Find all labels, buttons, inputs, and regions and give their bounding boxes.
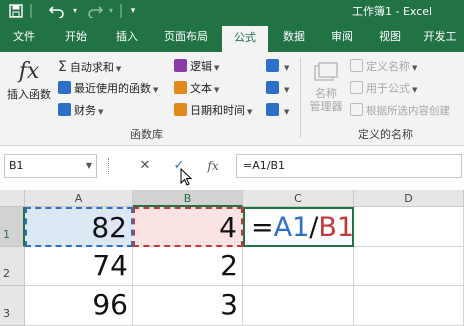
text-icon xyxy=(174,81,187,94)
tab-view[interactable]: 视图 xyxy=(368,22,412,52)
tab-home[interactable]: 开始 xyxy=(52,22,100,52)
chevron-down-icon: ▼ xyxy=(153,86,159,94)
redo-icon[interactable] xyxy=(84,2,106,20)
chevron-down-icon: ▼ xyxy=(412,64,418,72)
cell-c2[interactable] xyxy=(243,247,354,286)
use-in-formula-button[interactable]: 用于公式 ▼ xyxy=(350,80,417,98)
redo-dropdown-icon[interactable]: ▾ xyxy=(106,2,116,20)
insert-function-label: 插入函数 xyxy=(7,88,51,101)
chevron-down-icon: ▼ xyxy=(284,86,290,94)
logical-button[interactable]: 逻辑 ▼ xyxy=(174,58,219,76)
select-all-corner[interactable] xyxy=(0,190,25,207)
group-label-defined-names: 定义的名称 xyxy=(358,128,413,141)
undo-icon[interactable] xyxy=(46,2,68,20)
cell-a3[interactable]: 96 xyxy=(25,286,133,326)
ribbon-tabs: 文件 开始 插入 页面布局 公式 数据 审阅 视图 开发工 xyxy=(0,22,464,52)
name-manager-icon xyxy=(314,62,338,81)
more-functions-icon xyxy=(266,103,279,116)
cell-b3[interactable]: 3 xyxy=(133,286,243,326)
chevron-down-icon[interactable]: ▼ xyxy=(86,155,92,177)
cell-d2[interactable] xyxy=(354,247,464,286)
cell-c3[interactable] xyxy=(243,286,354,326)
tab-insert[interactable]: 插入 xyxy=(104,22,150,52)
math-button[interactable]: ▼ xyxy=(266,80,289,98)
window-title: 工作簿1 - Excel xyxy=(352,5,433,18)
column-header-c[interactable]: C xyxy=(243,190,354,207)
qat-divider xyxy=(30,4,32,18)
save-icon[interactable] xyxy=(6,2,26,20)
cell-b1[interactable]: 4 xyxy=(133,207,243,247)
chevron-down-icon: ▼ xyxy=(247,108,253,116)
star-icon xyxy=(58,81,71,94)
logical-icon xyxy=(174,59,187,72)
cell-c1-editing[interactable]: =A1/B1 xyxy=(243,207,354,247)
column-header-d[interactable]: D xyxy=(354,190,464,207)
chevron-down-icon: ▼ xyxy=(214,86,220,94)
group-label-function-library: 函数库 xyxy=(130,128,163,141)
lookup-icon xyxy=(266,59,279,72)
tab-file[interactable]: 文件 xyxy=(0,22,48,52)
formula-equals: = xyxy=(251,212,274,243)
tab-page-layout[interactable]: 页面布局 xyxy=(152,22,220,52)
tab-data[interactable]: 数据 xyxy=(272,22,316,52)
chevron-down-icon: ▼ xyxy=(412,86,418,94)
cell-a2[interactable]: 74 xyxy=(25,247,133,286)
financial-icon xyxy=(58,103,71,116)
formula-bar: B1 ▼ ✕ ✓ fx =A1/B1 xyxy=(0,146,464,186)
formula-ref-a1: A1 xyxy=(273,212,310,243)
qat-divider xyxy=(120,4,122,18)
formula-bar-grip[interactable] xyxy=(108,158,110,174)
chevron-down-icon: ▼ xyxy=(284,64,290,72)
tab-developer[interactable]: 开发工 xyxy=(416,22,464,52)
clock-icon xyxy=(174,103,187,116)
tag-icon xyxy=(350,59,363,72)
name-manager-button[interactable]: 名称 管理器 xyxy=(306,62,346,122)
worksheet-grid: A B C D 1 2 3 82 4 =A1/B1 74 2 96 3 xyxy=(0,190,464,326)
chevron-down-icon: ▼ xyxy=(214,64,220,72)
math-icon xyxy=(266,81,279,94)
create-from-selection-icon xyxy=(350,103,363,116)
formula-input[interactable]: =A1/B1 xyxy=(236,154,462,178)
cancel-icon[interactable]: ✕ xyxy=(136,156,154,176)
undo-dropdown-icon[interactable]: ▾ xyxy=(70,2,80,20)
chevron-down-icon: ▼ xyxy=(115,65,122,73)
cell-a1[interactable]: 82 xyxy=(25,207,133,247)
sigma-icon: Σ xyxy=(58,59,67,75)
group-divider xyxy=(300,58,301,138)
cell-b2[interactable]: 2 xyxy=(133,247,243,286)
create-from-selection-button[interactable]: 根据所选内容创建 xyxy=(350,102,450,120)
text-functions-button[interactable]: 文本 ▼ xyxy=(174,80,219,98)
lookup-button[interactable]: ▼ xyxy=(266,58,289,76)
insert-function-icon[interactable]: fx xyxy=(204,156,222,176)
customize-qat-icon[interactable]: ▾ xyxy=(126,2,140,20)
fx-icon: fx xyxy=(18,59,40,84)
define-name-button[interactable]: 定义名称 ▼ xyxy=(350,58,417,76)
use-in-formula-icon xyxy=(350,81,363,94)
tab-formulas[interactable]: 公式 xyxy=(222,26,268,52)
column-header-b[interactable]: B xyxy=(133,190,243,207)
tab-review[interactable]: 审阅 xyxy=(320,22,364,52)
more-functions-button[interactable]: ▼ xyxy=(266,102,289,120)
recent-functions-button[interactable]: 最近使用的函数 ▼ xyxy=(58,80,158,98)
financial-button[interactable]: 财务 ▼ xyxy=(58,102,103,120)
row-header-1[interactable]: 1 xyxy=(0,207,25,247)
formula-ref-b1: B1 xyxy=(318,212,355,243)
ribbon-formulas: fx 插入函数 Σ 自动求和 ▼ 最近使用的函数 ▼ 财务 ▼ 逻辑 ▼ 文本 ▼ 日期和时… xyxy=(0,52,464,146)
insert-function-button[interactable]: fx 插入函数 xyxy=(4,58,54,114)
cell-d3[interactable] xyxy=(354,286,464,326)
cell-d1[interactable] xyxy=(354,207,464,247)
autosum-button[interactable]: Σ 自动求和 ▼ xyxy=(58,58,121,76)
name-box[interactable]: B1 ▼ xyxy=(4,154,97,178)
row-header-3[interactable]: 3 xyxy=(0,286,25,326)
column-header-a[interactable]: A xyxy=(25,190,133,207)
mouse-cursor-icon xyxy=(180,168,192,186)
title-bar: ▾ ▾ ▾ 工作簿1 - Excel xyxy=(0,0,464,22)
row-header-2[interactable]: 2 xyxy=(0,247,25,286)
datetime-button[interactable]: 日期和时间 ▼ xyxy=(174,102,252,120)
chevron-down-icon: ▼ xyxy=(98,108,104,116)
chevron-down-icon: ▼ xyxy=(284,108,290,116)
